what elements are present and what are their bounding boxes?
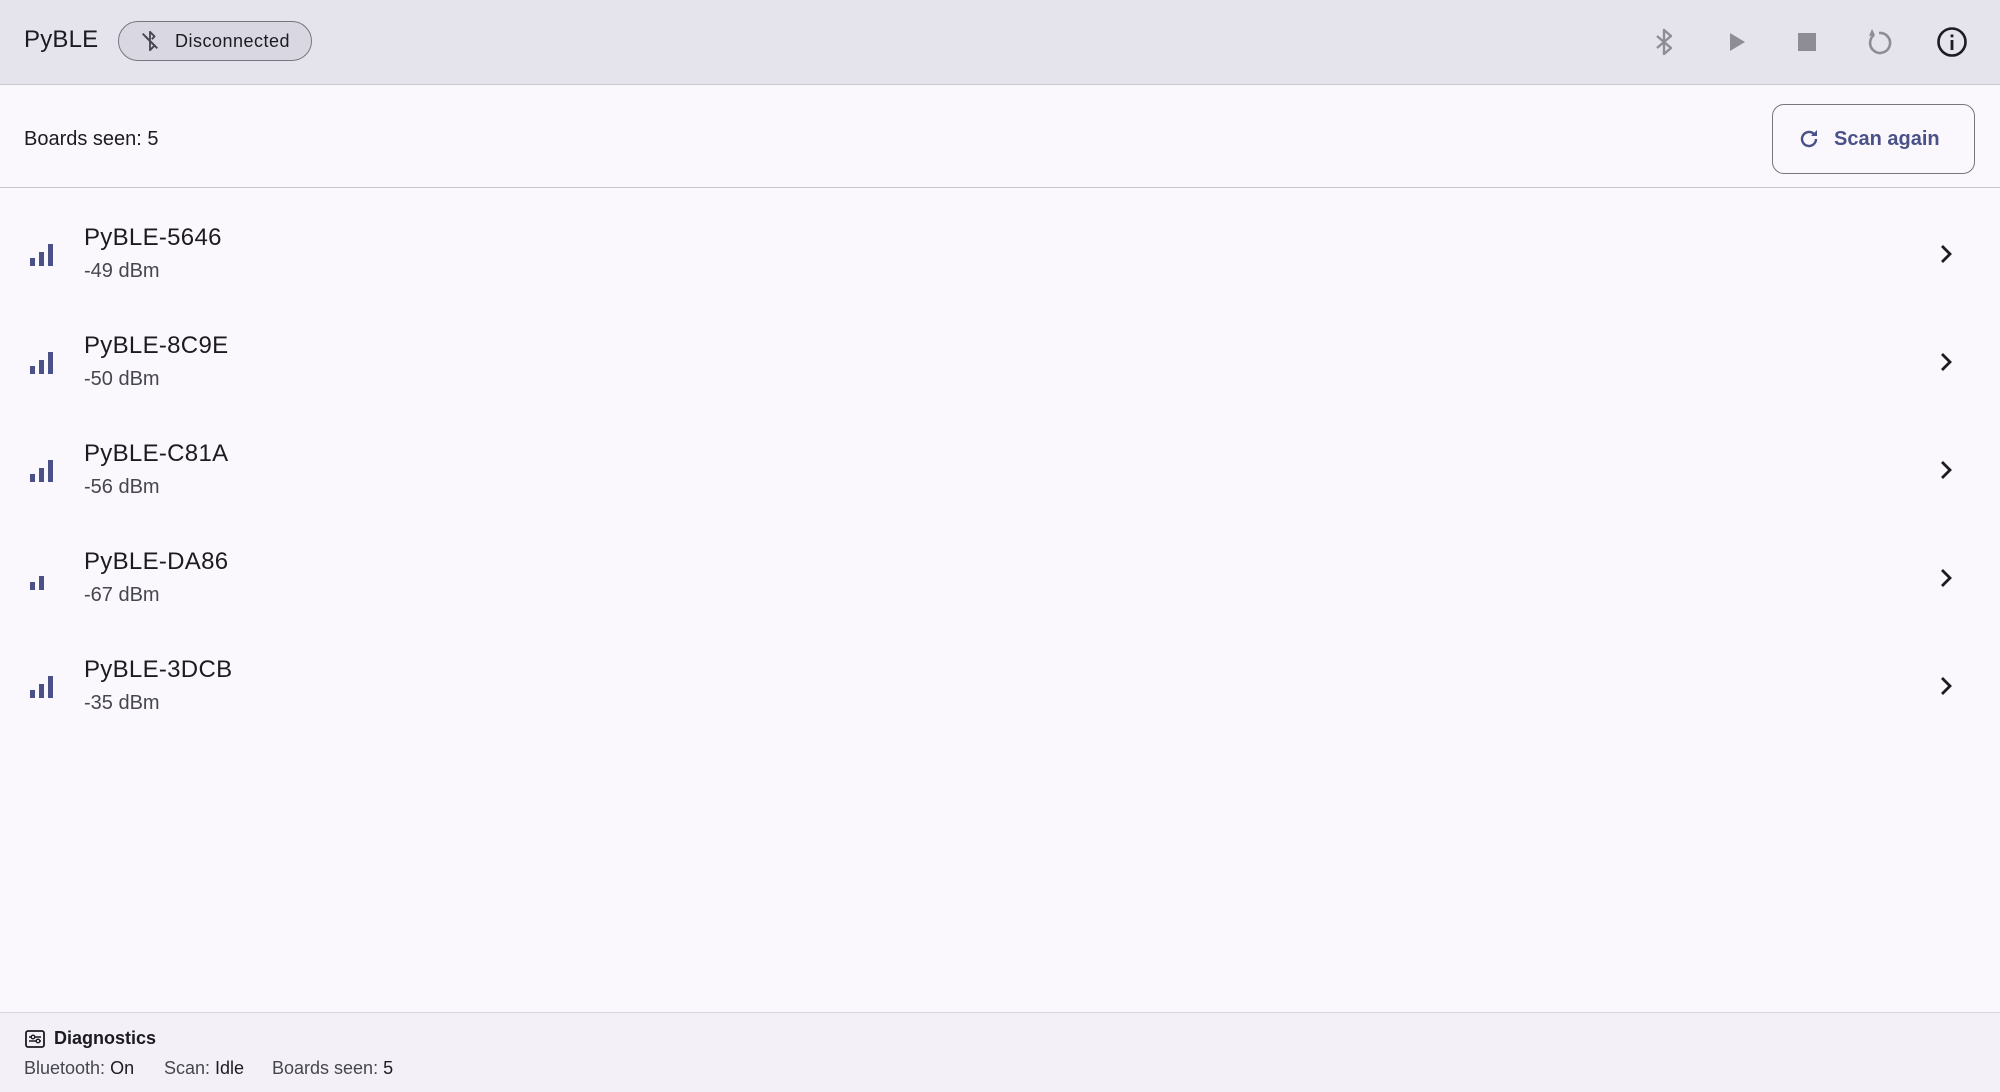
device-row[interactable]: PyBLE-5646 -49 dBm [0,190,2000,298]
connection-status-label: Disconnected [175,31,291,51]
signal-strength-icon [28,564,58,594]
chevron-right-icon [1934,242,1958,266]
device-row[interactable]: PyBLE-DA86 -67 dBm [0,514,2000,622]
device-row[interactable]: PyBLE-C81A -56 dBm [0,406,2000,514]
scan-summary: Boards seen: 5 Scan again [0,86,2000,188]
diag-scan-value: Idle [215,1058,245,1078]
bluetooth-disabled-icon [139,30,161,52]
diag-scan-key: Scan: [164,1058,211,1078]
chevron-right-icon [1934,350,1958,374]
scan-again-label: Scan again [1834,128,1940,150]
chevron-right-icon [1934,566,1958,590]
stop-icon[interactable] [1789,24,1825,60]
device-rssi: -67 dBm [84,584,160,606]
play-icon[interactable] [1718,24,1754,60]
device-name: PyBLE-3DCB [84,656,233,683]
diag-boards: Boards seen: 5 [272,1058,393,1079]
device-rssi: -49 dBm [84,260,160,282]
device-name: PyBLE-DA86 [84,548,229,575]
boards-seen-count: Boards seen: 5 [24,128,159,150]
signal-strength-icon [28,672,58,702]
reset-icon[interactable] [1861,24,1897,60]
info-icon[interactable] [1934,24,1970,60]
diag-bluetooth: Bluetooth: On [24,1058,134,1079]
device-name: PyBLE-8C9E [84,332,229,359]
device-row[interactable]: PyBLE-3DCB -35 dBm [0,622,2000,730]
signal-strength-icon [28,456,58,486]
diagnostics-title: Diagnostics [54,1028,157,1048]
diag-boards-key: Boards seen: [272,1058,379,1078]
device-rssi: -35 dBm [84,692,160,714]
connection-status-chip[interactable]: Disconnected [118,21,312,61]
tune-icon [24,1028,46,1050]
signal-strength-icon [28,240,58,270]
device-rssi: -50 dBm [84,368,160,390]
device-name: PyBLE-C81A [84,440,229,467]
device-row[interactable]: PyBLE-8C9E -50 dBm [0,298,2000,406]
diag-bluetooth-key: Bluetooth: [24,1058,106,1078]
diagnostics-panel: Diagnostics Bluetooth: On Scan: Idle Boa… [0,1012,2000,1092]
app-bar: PyBLE Disconnected [0,0,2000,85]
refresh-icon [1797,127,1821,151]
chevron-right-icon [1934,458,1958,482]
device-rssi: -56 dBm [84,476,160,498]
chevron-right-icon [1934,674,1958,698]
device-name: PyBLE-5646 [84,224,222,251]
signal-strength-icon [28,348,58,378]
bluetooth-icon[interactable] [1646,24,1682,60]
diag-bluetooth-value: On [110,1058,135,1078]
diag-boards-value: 5 [383,1058,394,1078]
scan-again-button[interactable]: Scan again [1772,104,1975,174]
diag-scan: Scan: Idle [164,1058,244,1079]
app-title: PyBLE [24,26,99,53]
